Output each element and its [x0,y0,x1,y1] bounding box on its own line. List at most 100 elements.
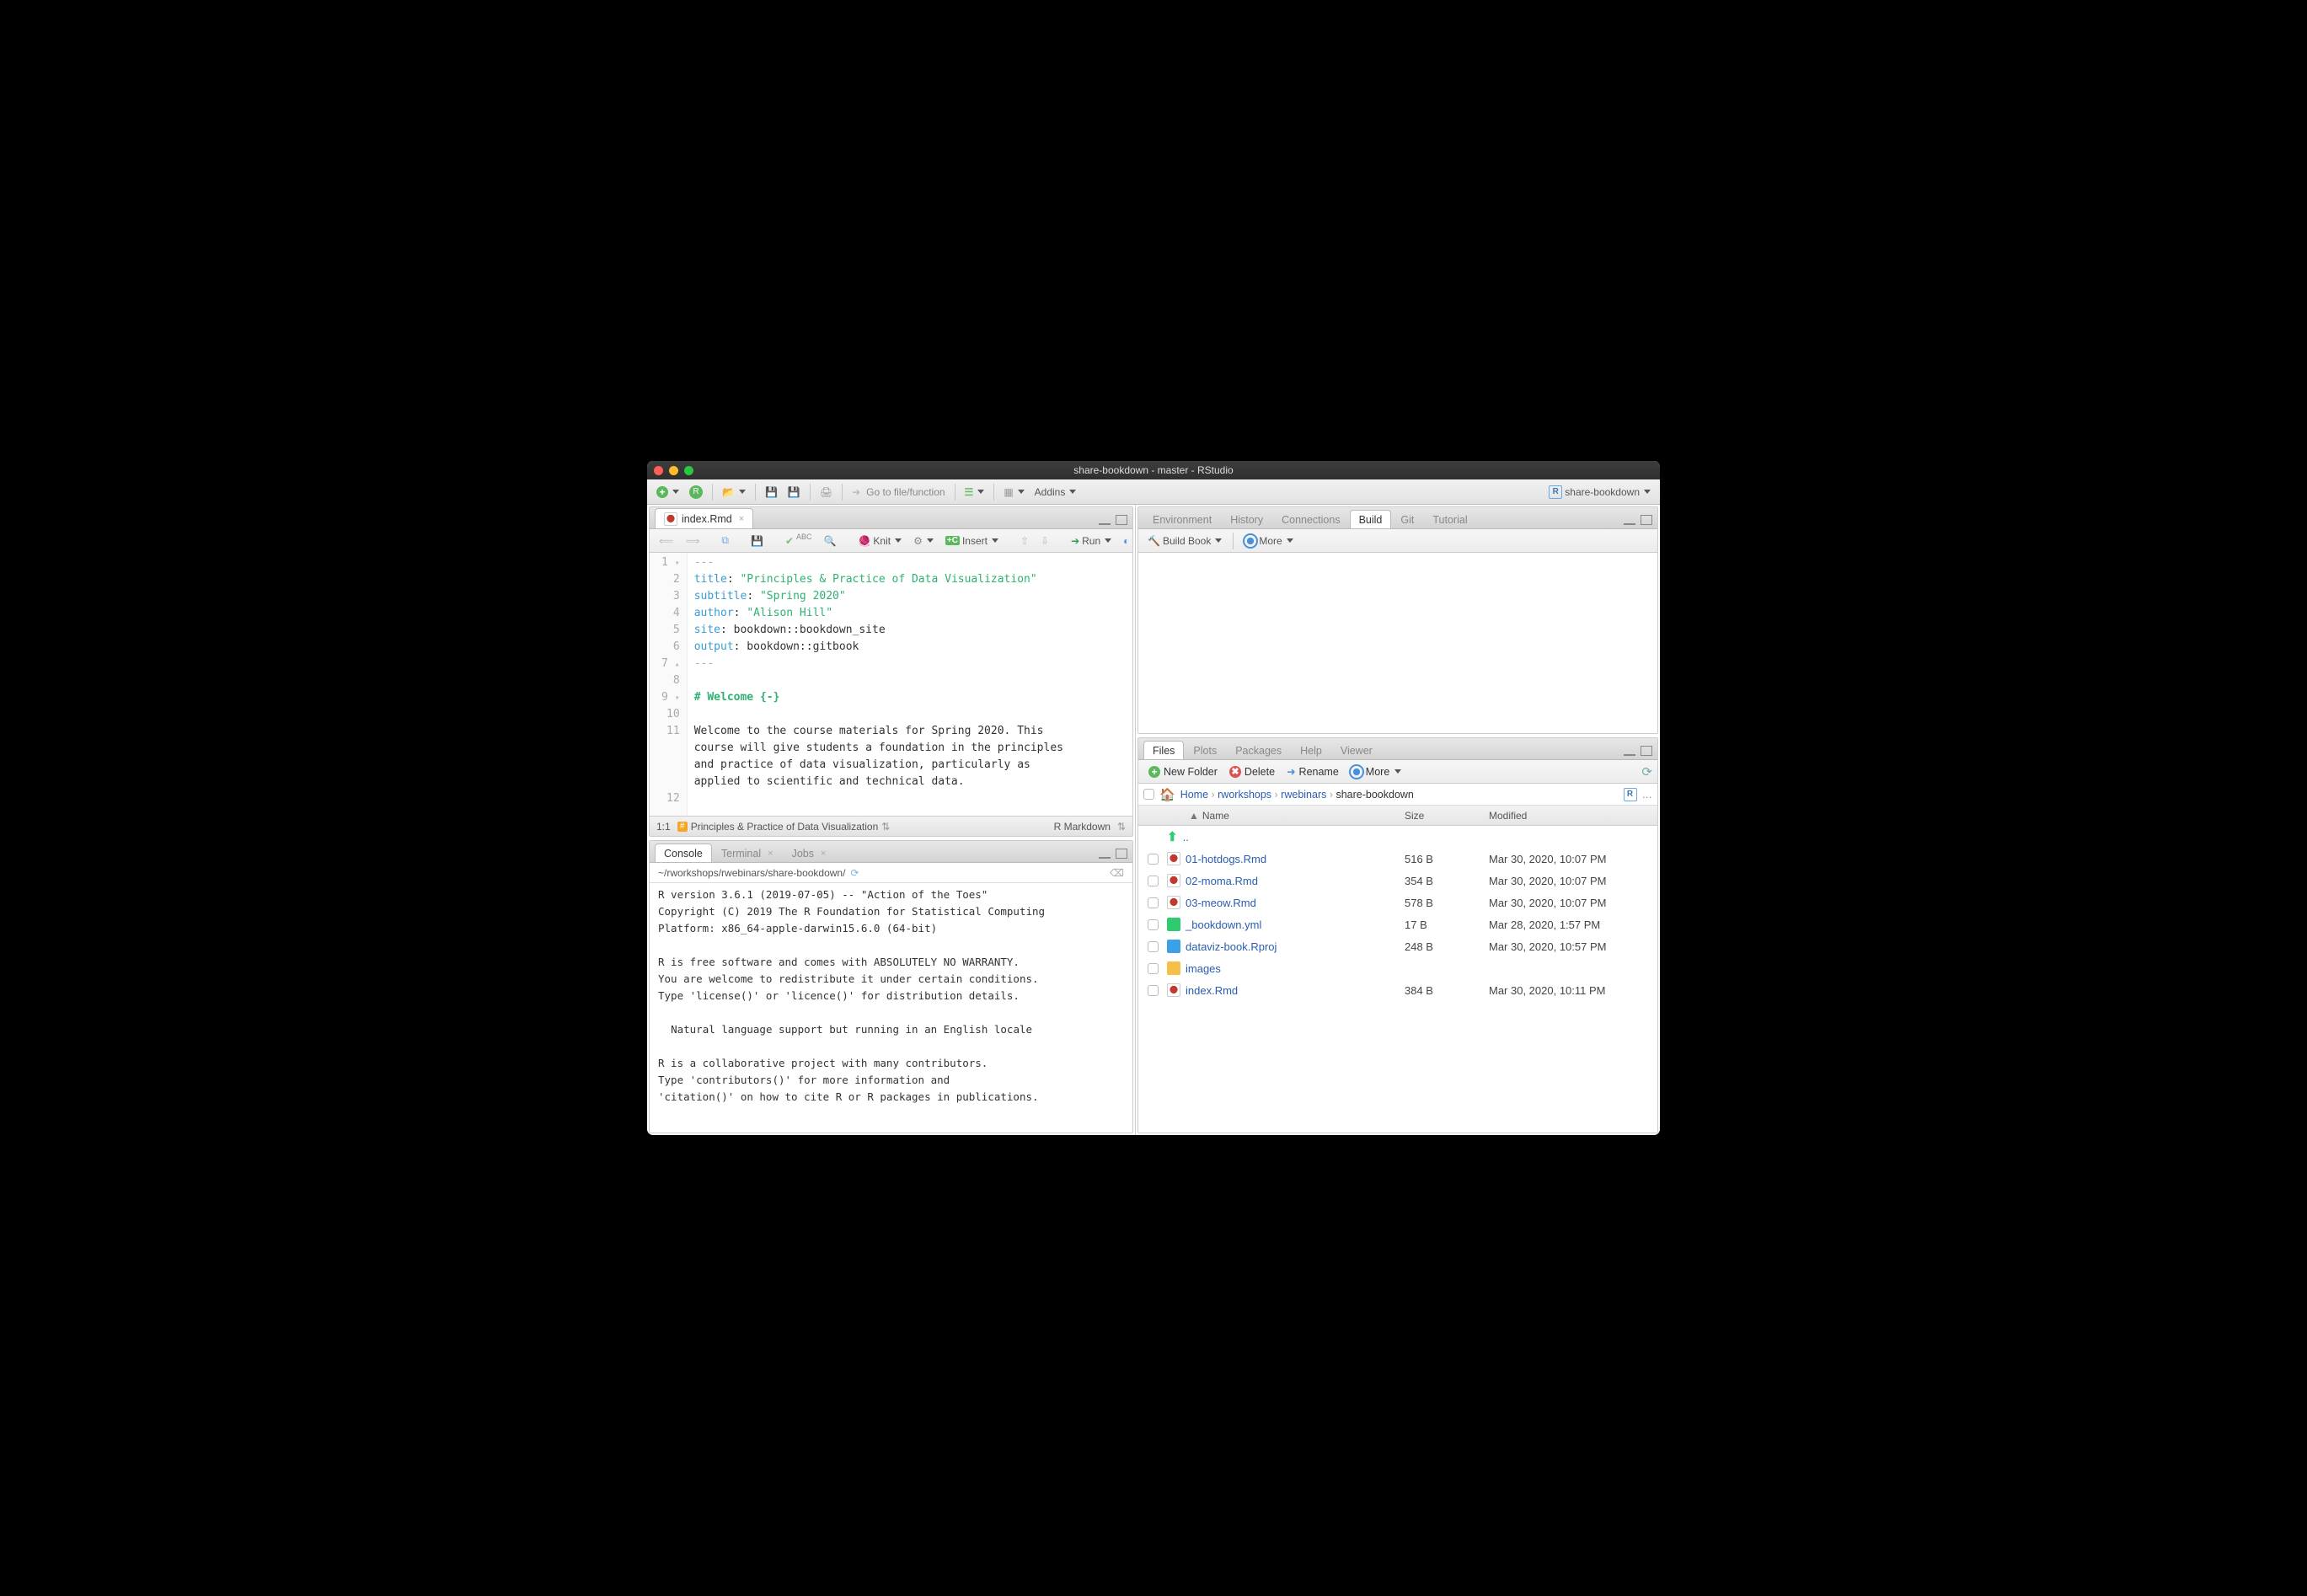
file-checkbox[interactable] [1148,854,1159,865]
window-title: share-bookdown - master - RStudio [647,464,1660,476]
tab-terminal[interactable]: Terminal× [712,844,783,862]
breadcrumb-rworkshops[interactable]: rworkshops [1218,789,1271,801]
find-button[interactable]: 🔍 [820,533,841,549]
minimize-pane-icon[interactable] [1624,746,1635,756]
file-name: images [1186,962,1221,975]
knit-button[interactable]: 🧶Knit [854,533,906,549]
goto-dir-icon[interactable]: ⟳ [850,867,859,879]
file-row[interactable]: 03-meow.Rmd578 BMar 30, 2020, 10:07 PM [1138,892,1657,913]
maximize-pane-icon[interactable] [1641,515,1652,525]
more-path-button[interactable]: … [1642,789,1653,801]
tab-git[interactable]: Git [1391,510,1423,528]
save-source-button[interactable]: 💾 [747,533,768,549]
close-tab-icon[interactable]: × [739,514,744,524]
file-checkbox[interactable] [1148,985,1159,996]
file-row[interactable]: images [1138,957,1657,979]
refresh-icon[interactable]: ⟳ [1641,764,1652,779]
file-row[interactable]: _bookdown.yml17 BMar 28, 2020, 1:57 PM [1138,913,1657,935]
maximize-pane-icon[interactable] [1641,746,1652,756]
tab-viewer[interactable]: Viewer [1331,741,1382,759]
file-row[interactable]: 02-moma.Rmd354 BMar 30, 2020, 10:07 PM [1138,870,1657,892]
file-row[interactable]: dataviz-book.Rproj248 BMar 30, 2020, 10:… [1138,935,1657,957]
maximize-pane-icon[interactable] [1116,849,1127,859]
run-button[interactable]: ➔Run [1067,533,1116,549]
maximize-pane-icon[interactable] [1116,515,1127,525]
file-checkbox[interactable] [1148,876,1159,886]
parent-dir-row[interactable]: ⬆.. [1138,826,1657,848]
lower-right-tabs: FilesPlotsPackagesHelpViewer [1138,738,1657,760]
build-book-button[interactable]: 🔨Build Book [1143,533,1226,549]
tab-packages[interactable]: Packages [1226,741,1291,759]
tab-help[interactable]: Help [1291,741,1331,759]
settings-button[interactable]: ⚙ [909,533,938,549]
breadcrumb-share-bookdown[interactable]: share-bookdown [1335,789,1413,801]
zoom-icon[interactable] [684,466,693,475]
tab-build[interactable]: Build [1350,510,1392,528]
delete-button[interactable]: ✖Delete [1224,764,1280,779]
col-size[interactable]: Size [1405,810,1489,822]
insert-button[interactable]: +CInsert [941,533,1003,549]
new-file-button[interactable]: + [652,483,683,501]
source-tab-index[interactable]: index.Rmd × [655,508,753,528]
gear-icon [1351,766,1362,778]
goto-file-function[interactable]: ➜Go to file/function [848,483,949,501]
file-row[interactable]: index.Rmd384 BMar 30, 2020, 10:11 PM [1138,979,1657,1001]
titlebar[interactable]: share-bookdown - master - RStudio [647,461,1660,479]
print-button[interactable]: 🖨 [816,483,837,501]
outline-crumb[interactable]: # Principles & Practice of Data Visualiz… [677,821,891,833]
main-toolbar: + R 📂 💾 💾 🖨 ➜Go to file/function ☰ ▦ Add… [647,479,1660,505]
forward-button[interactable]: ⟹ [681,533,704,549]
file-row[interactable]: 01-hotdogs.Rmd516 BMar 30, 2020, 10:07 P… [1138,848,1657,870]
goto-project-icon[interactable]: R [1624,788,1637,801]
addins-button[interactable]: Addins [1030,483,1081,501]
language-label[interactable]: R Markdown [1054,821,1111,833]
tools-button[interactable]: ☰ [961,483,989,501]
tab-files[interactable]: Files [1143,741,1184,759]
save-button[interactable]: 💾 [761,483,782,501]
breadcrumb-rwebinars[interactable]: rwebinars [1281,789,1326,801]
new-project-button[interactable]: R [685,483,707,501]
tab-environment[interactable]: Environment [1143,510,1221,528]
build-more-button[interactable]: More [1240,533,1297,549]
minimize-pane-icon[interactable] [1624,515,1635,525]
tab-connections[interactable]: Connections [1272,510,1350,528]
rename-button[interactable]: ➜Rename [1282,763,1344,779]
file-checkbox[interactable] [1148,941,1159,952]
file-checkbox[interactable] [1148,963,1159,974]
save-all-button[interactable]: 💾 [784,483,805,501]
select-all-checkbox[interactable] [1143,789,1154,800]
col-modified[interactable]: Modified [1489,810,1657,822]
build-toolbar: 🔨Build Book More [1138,529,1657,553]
file-checkbox[interactable] [1148,897,1159,908]
files-more-button[interactable]: More [1346,764,1406,779]
next-chunk-button[interactable]: ⇩ [1036,533,1053,549]
tab-plots[interactable]: Plots [1184,741,1226,759]
code-editor[interactable]: 1 ▾234567 ▴89 ▾101112 ---title: "Princip… [650,553,1132,816]
open-file-button[interactable]: 📂 [718,483,750,501]
console-path: ~/rworkshops/rwebinars/share-bookdown/ ⟳… [650,863,1132,883]
files-header: ▲Name Size Modified [1138,806,1657,826]
clear-console-icon[interactable]: ⌫ [1110,867,1124,879]
minimize-pane-icon[interactable] [1099,849,1111,859]
project-menu[interactable]: Rshare-bookdown [1544,483,1655,501]
breadcrumb-Home[interactable]: Home [1180,789,1208,801]
close-icon[interactable] [654,466,663,475]
tab-tutorial[interactable]: Tutorial [1423,510,1476,528]
col-name[interactable]: ▲Name [1167,810,1405,822]
show-in-new-window-button[interactable]: ⧉ [717,533,733,549]
minimize-icon[interactable] [669,466,678,475]
publish-button[interactable]: ◐ [1119,533,1133,549]
prev-chunk-button[interactable]: ⇧ [1016,533,1033,549]
spellcheck-button[interactable]: ✔ABC [781,533,816,549]
new-folder-button[interactable]: +New Folder [1143,764,1223,779]
tab-history[interactable]: History [1221,510,1272,528]
home-icon[interactable]: 🏠 [1159,787,1175,802]
build-pane: EnvironmentHistoryConnectionsBuildGitTut… [1137,506,1658,734]
file-checkbox[interactable] [1148,919,1159,930]
minimize-pane-icon[interactable] [1099,515,1111,525]
tab-console[interactable]: Console [655,844,712,862]
console-output[interactable]: R version 3.6.1 (2019-07-05) -- "Action … [650,883,1132,1133]
tab-jobs[interactable]: Jobs× [783,844,836,862]
panes-button[interactable]: ▦ [999,483,1028,501]
back-button[interactable]: ⟸ [655,533,677,549]
